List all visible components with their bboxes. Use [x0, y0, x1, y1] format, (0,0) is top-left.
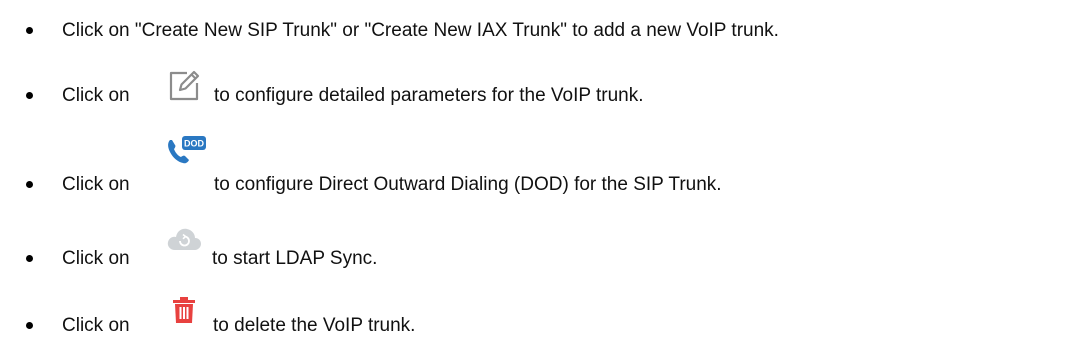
item-suffix: to delete the VoIP trunk.: [213, 314, 416, 336]
item-prefix: Click on: [62, 173, 130, 195]
bullet: [26, 321, 33, 329]
item-prefix: Click on: [62, 84, 130, 106]
trash-icon: [172, 296, 196, 324]
bullet: [26, 254, 33, 262]
item-suffix: to configure detailed parameters for the…: [214, 84, 644, 106]
dod-icon-text: DOD: [184, 139, 205, 149]
dod-phone-icon: DOD: [164, 134, 208, 170]
item-prefix: Click on: [62, 247, 130, 269]
bullet: [26, 26, 33, 34]
list-item: Click on to delete the VoIP trunk.: [0, 297, 1069, 345]
item-suffix: to configure Direct Outward Dialing (DOD…: [214, 173, 722, 195]
cloud-sync-icon: [166, 226, 202, 252]
list-item: Click on DOD to configure Direct Outward…: [0, 136, 1069, 204]
item-text: Click on "Create New SIP Trunk" or "Crea…: [62, 19, 779, 41]
bullet: [26, 91, 33, 99]
edit-icon: [167, 69, 201, 103]
bullet: [26, 180, 33, 188]
list-item: Click on "Create New SIP Trunk" or "Crea…: [0, 10, 1069, 50]
item-prefix: Click on: [62, 314, 130, 336]
list-item: Click on to start LDAP Sync.: [0, 228, 1069, 278]
list-item: Click on to configure detailed parameter…: [0, 70, 1069, 115]
item-suffix: to start LDAP Sync.: [212, 247, 378, 269]
